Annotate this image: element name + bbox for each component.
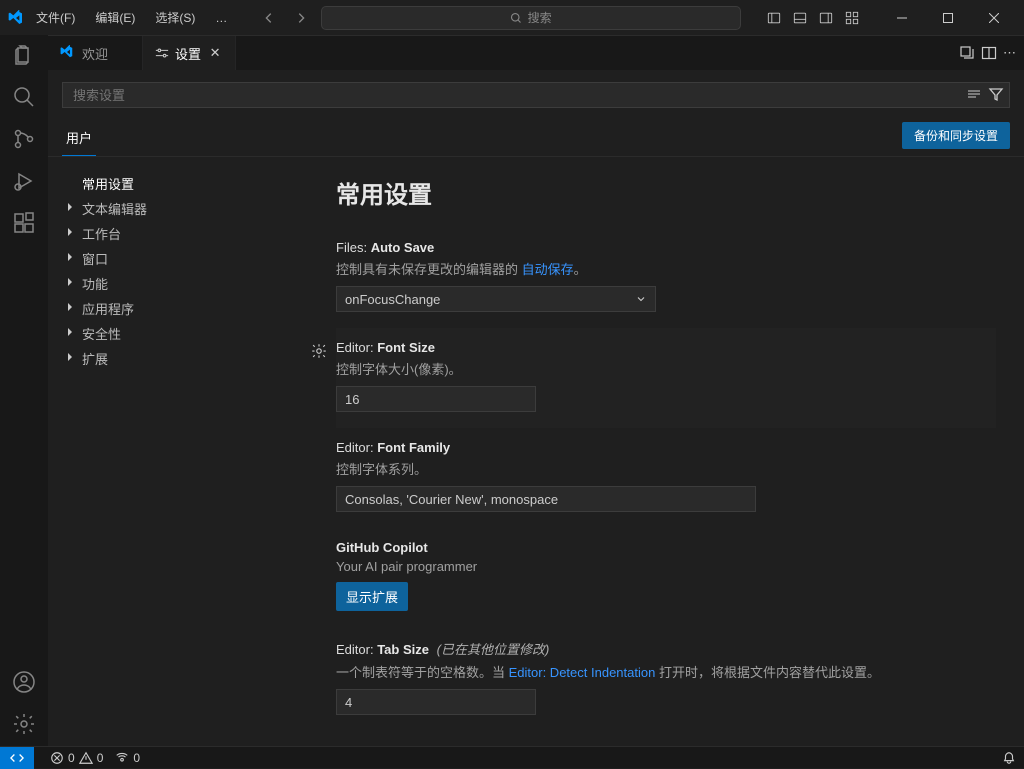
titlebar: 文件(F) 编辑(E) 选择(S) … 搜索 bbox=[0, 0, 1024, 35]
search-placeholder-text: 搜索 bbox=[528, 9, 552, 26]
setting-desc: 控制字体系列。 bbox=[336, 459, 996, 478]
settings-search-row bbox=[48, 70, 1024, 114]
tab-actions: ⋯ bbox=[959, 36, 1024, 70]
layout-right-icon[interactable] bbox=[814, 6, 838, 30]
toc-security[interactable]: 安全性 bbox=[62, 321, 294, 346]
search-icon bbox=[510, 12, 522, 24]
split-editor-icon[interactable] bbox=[981, 45, 997, 61]
titlebar-left: 文件(F) 编辑(E) 选择(S) … bbox=[8, 5, 235, 30]
gear-icon[interactable] bbox=[310, 342, 328, 360]
settings-root: 用户 备份和同步设置 常用设置 文本编辑器 工作台 窗口 功能 应用程序 安全性… bbox=[48, 70, 1024, 746]
setting-desc: 控制具有未保存更改的编辑器的 自动保存。 bbox=[336, 259, 996, 278]
autosave-link[interactable]: 自动保存 bbox=[522, 262, 574, 277]
show-extension-button[interactable]: 显示扩展 bbox=[336, 582, 408, 611]
setting-editor-fontfamily: Editor: Font Family 控制字体系列。 bbox=[336, 428, 996, 528]
setting-desc: Your AI pair programmer bbox=[336, 559, 996, 574]
activity-debug-icon[interactable] bbox=[12, 169, 36, 193]
toc-workbench[interactable]: 工作台 bbox=[62, 221, 294, 246]
status-problems[interactable]: 0 0 bbox=[50, 751, 103, 765]
remote-indicator[interactable] bbox=[0, 747, 34, 769]
filter-icon[interactable] bbox=[988, 86, 1004, 102]
activity-account-icon[interactable] bbox=[12, 670, 36, 694]
toc-texteditor[interactable]: 文本编辑器 bbox=[62, 196, 294, 221]
toc-extensions[interactable]: 扩展 bbox=[62, 346, 294, 371]
autosave-select[interactable]: onFocusChange bbox=[336, 286, 656, 312]
layout-bottom-icon[interactable] bbox=[788, 6, 812, 30]
menu-file[interactable]: 文件(F) bbox=[28, 5, 83, 30]
bell-icon bbox=[1002, 751, 1016, 765]
fontsize-input[interactable] bbox=[336, 386, 536, 412]
activity-settings-icon[interactable] bbox=[12, 712, 36, 736]
setting-label: Editor: Font Family bbox=[336, 440, 996, 455]
toc-features[interactable]: 功能 bbox=[62, 271, 294, 296]
command-center-search[interactable]: 搜索 bbox=[321, 6, 741, 30]
activity-explorer-icon[interactable] bbox=[12, 43, 36, 67]
menu-edit[interactable]: 编辑(E) bbox=[87, 5, 143, 30]
more-actions-icon[interactable]: ⋯ bbox=[1003, 45, 1016, 61]
scope-user-tab[interactable]: 用户 bbox=[62, 120, 96, 156]
settings-content[interactable]: 常用设置 Files: Auto Save 控制具有未保存更改的编辑器的 自动保… bbox=[308, 157, 1024, 746]
main-area: 欢迎 ✕ 设置 ✕ ⋯ bbox=[0, 35, 1024, 746]
chevron-down-icon bbox=[635, 293, 647, 305]
setting-editor-fontsize: Editor: Font Size 控制字体大小(像素)。 bbox=[336, 328, 996, 428]
window-min-icon[interactable] bbox=[880, 3, 924, 33]
settings-tab-icon bbox=[155, 46, 169, 60]
tab-close-icon[interactable]: ✕ bbox=[207, 45, 223, 61]
settings-toc: 常用设置 文本编辑器 工作台 窗口 功能 应用程序 安全性 扩展 bbox=[48, 157, 308, 746]
activity-scm-icon[interactable] bbox=[12, 127, 36, 151]
tab-settings-label: 设置 bbox=[175, 44, 201, 63]
status-notifications[interactable] bbox=[1002, 751, 1016, 765]
toc-apps[interactable]: 应用程序 bbox=[62, 296, 294, 321]
tabsize-input[interactable] bbox=[336, 689, 536, 715]
setting-desc: 控制字体大小(像素)。 bbox=[336, 359, 996, 378]
nav-fwd-icon[interactable] bbox=[289, 6, 313, 30]
setting-desc: 一个制表符等于的空格数。当 Editor: Detect Indentation… bbox=[336, 662, 996, 681]
editor-area: 欢迎 ✕ 设置 ✕ ⋯ bbox=[48, 35, 1024, 746]
setting-editor-tabsize: Editor: Tab Size (已在其他位置修改) 一个制表符等于的空格数。… bbox=[336, 627, 996, 731]
activity-extensions-icon[interactable] bbox=[12, 211, 36, 235]
settings-search-input[interactable] bbox=[62, 82, 1010, 108]
settings-body: 常用设置 文本编辑器 工作台 窗口 功能 应用程序 安全性 扩展 常用设置 Fi… bbox=[48, 157, 1024, 746]
settings-scope-row: 用户 备份和同步设置 bbox=[48, 114, 1024, 157]
activity-bar bbox=[0, 35, 48, 746]
activity-search-icon[interactable] bbox=[12, 85, 36, 109]
setting-label: Files: Auto Save bbox=[336, 240, 996, 255]
tab-bar: 欢迎 ✕ 设置 ✕ ⋯ bbox=[48, 35, 1024, 70]
setting-label: Editor: Tab Size (已在其他位置修改) bbox=[336, 639, 996, 658]
settings-heading: 常用设置 bbox=[336, 175, 996, 210]
tab-welcome[interactable]: 欢迎 ✕ bbox=[48, 36, 143, 70]
setting-label: GitHub Copilot bbox=[336, 540, 996, 555]
tab-settings[interactable]: 设置 ✕ bbox=[143, 36, 236, 70]
warning-icon bbox=[79, 751, 93, 765]
layout-customize-icon[interactable] bbox=[840, 6, 864, 30]
status-bar: 0 0 0 bbox=[0, 746, 1024, 768]
window-max-icon[interactable] bbox=[926, 3, 970, 33]
layout-left-icon[interactable] bbox=[762, 6, 786, 30]
sync-settings-button[interactable]: 备份和同步设置 bbox=[902, 122, 1010, 149]
nav-back-icon[interactable] bbox=[257, 6, 281, 30]
open-json-icon[interactable] bbox=[959, 45, 975, 61]
vscode-logo-icon bbox=[8, 10, 24, 26]
radio-icon bbox=[115, 751, 129, 765]
status-ports[interactable]: 0 bbox=[115, 751, 140, 765]
error-icon bbox=[50, 751, 64, 765]
setting-github-copilot: GitHub Copilot Your AI pair programmer 显… bbox=[336, 528, 996, 627]
clear-search-icon[interactable] bbox=[966, 86, 982, 102]
menu-select[interactable]: 选择(S) bbox=[147, 5, 203, 30]
toc-window[interactable]: 窗口 bbox=[62, 246, 294, 271]
fontfamily-input[interactable] bbox=[336, 486, 756, 512]
vscode-logo-icon bbox=[60, 45, 76, 61]
setting-label: Editor: Font Size bbox=[336, 340, 996, 355]
menu-overflow[interactable]: … bbox=[207, 7, 235, 29]
titlebar-right bbox=[762, 3, 1016, 33]
toc-common[interactable]: 常用设置 bbox=[62, 171, 294, 196]
detect-indent-link[interactable]: Editor: Detect Indentation bbox=[509, 665, 656, 680]
setting-files-autosave: Files: Auto Save 控制具有未保存更改的编辑器的 自动保存。 on… bbox=[336, 228, 996, 328]
tab-welcome-label: 欢迎 bbox=[82, 44, 108, 63]
window-close-icon[interactable] bbox=[972, 3, 1016, 33]
titlebar-center: 搜索 bbox=[235, 6, 762, 30]
